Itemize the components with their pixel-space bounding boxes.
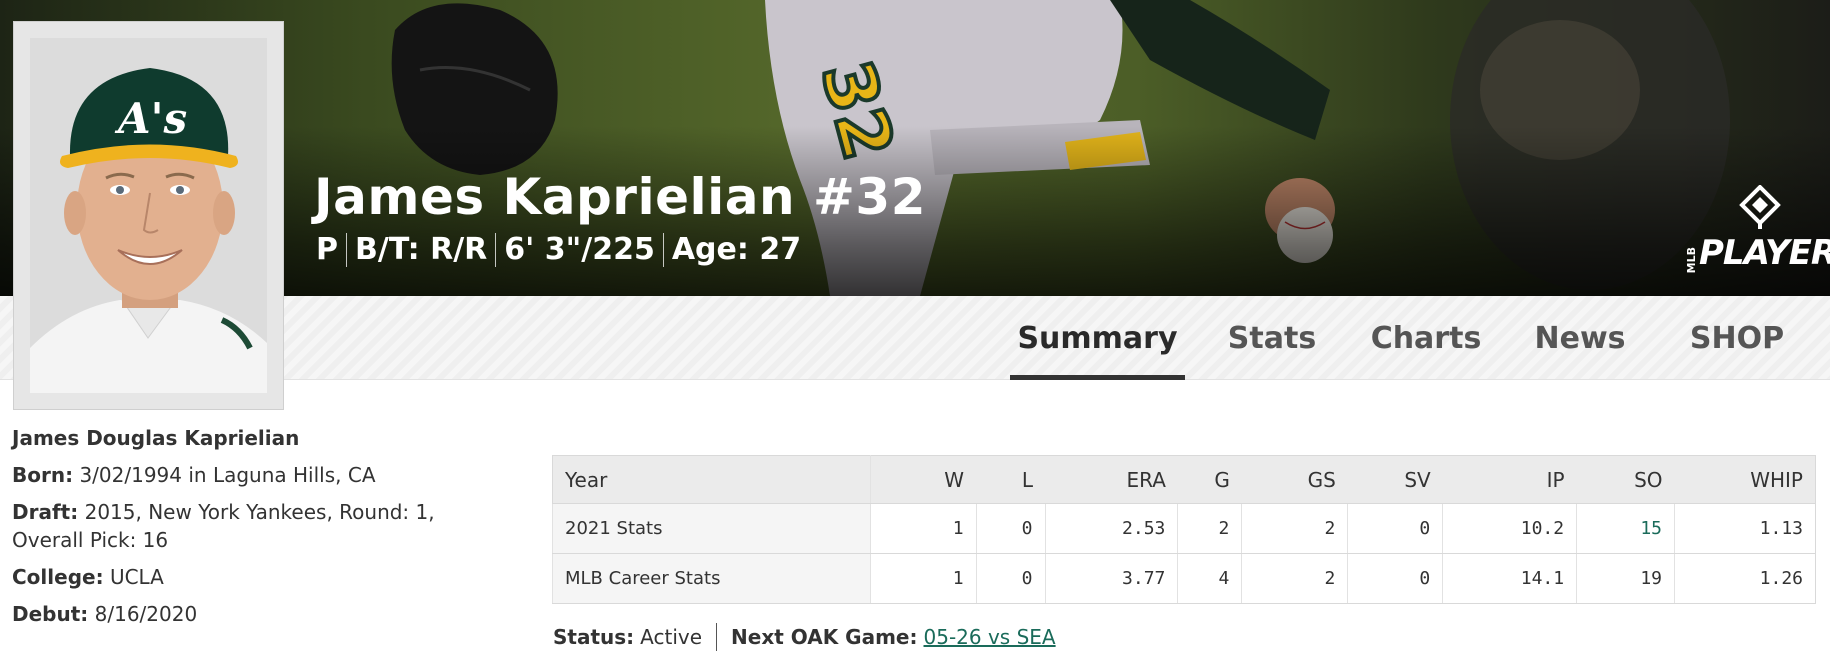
summary-stats-table: Year W L ERA G GS SV IP SO WHIP 2021 Sta…: [552, 455, 1816, 604]
cell-whip: 1.26: [1674, 553, 1816, 604]
table-row: 2021 Stats 1 0 2.53 2 2 0 10.2 15 1.13: [552, 503, 1816, 554]
cell-sv: 0: [1347, 503, 1443, 554]
tab-charts[interactable]: Charts: [1366, 296, 1486, 380]
meta-divider: [346, 232, 347, 267]
bio-born-label: Born:: [12, 463, 74, 487]
cell-g: 4: [1177, 553, 1242, 604]
player-headshot: A's: [30, 38, 267, 393]
meta-divider: [662, 232, 664, 267]
cell-whip: 1.13: [1674, 503, 1816, 554]
cell-year: 2021 Stats: [552, 503, 871, 554]
players-diamond-icon: [1739, 185, 1781, 229]
tab-shop[interactable]: SHOP: [1682, 296, 1792, 380]
player-age: Age: 27: [671, 232, 802, 267]
bio-debut: Debut: 8/16/2020: [12, 600, 512, 628]
cell-ip: 10.2: [1442, 503, 1577, 554]
cell-so-leader: 15: [1576, 503, 1675, 554]
cell-l: 0: [975, 503, 1045, 554]
col-header-l: L: [976, 455, 1045, 504]
bio-born: Born: 3/02/1994 in Laguna Hills, CA: [12, 461, 512, 489]
bio-draft-label: Draft:: [12, 500, 79, 524]
cell-gs: 2: [1241, 503, 1348, 554]
bio-college: College: UCLA: [12, 563, 512, 591]
cell-ip: 14.1: [1442, 553, 1577, 604]
bio-full-name: James Douglas Kaprielian: [12, 426, 300, 450]
player-bats-throws: B/T: R/R: [355, 232, 488, 267]
cell-gs: 2: [1241, 553, 1348, 604]
players-wordmark: PLAYERS: [1699, 233, 1830, 273]
cell-era: 2.53: [1044, 503, 1178, 554]
col-header-w: W: [870, 455, 977, 504]
tab-summary[interactable]: Summary: [1010, 296, 1185, 380]
col-header-whip: WHIP: [1674, 455, 1816, 504]
headshot-image: A's: [30, 38, 267, 393]
cell-year: MLB Career Stats: [552, 553, 871, 604]
player-name-number: James Kaprielian #32: [314, 168, 927, 226]
col-header-era: ERA: [1045, 455, 1178, 504]
status-divider: [716, 623, 718, 651]
status-line: Status: Active Next OAK Game: 05-26 vs S…: [553, 623, 1056, 651]
bio-college-label: College:: [12, 565, 104, 589]
bio-born-value: 3/02/1994 in Laguna Hills, CA: [79, 463, 376, 487]
next-game-link[interactable]: 05-26 vs SEA: [924, 625, 1056, 649]
next-game-label: Next OAK Game:: [731, 625, 918, 649]
col-header-sv: SV: [1347, 455, 1443, 504]
cell-sv: 0: [1347, 553, 1443, 604]
status-label: Status:: [553, 625, 635, 649]
bio-college-value: UCLA: [109, 565, 164, 589]
mlb-players-logo[interactable]: MLBPLAYERS: [1685, 185, 1830, 277]
player-height-weight: 6' 3"/225: [504, 232, 655, 267]
cell-w: 1: [869, 503, 977, 554]
cell-l: 0: [975, 553, 1045, 604]
tab-stats[interactable]: Stats: [1216, 296, 1328, 380]
cell-era: 3.77: [1044, 553, 1178, 604]
col-header-gs: GS: [1241, 455, 1348, 504]
mlb-players-wordmark: MLBPLAYERS: [1685, 233, 1830, 273]
player-meta: P B/T: R/R 6' 3"/225 Age: 27: [316, 232, 801, 267]
status-value: Active: [640, 625, 703, 649]
player-headshot-frame: A's: [13, 21, 284, 410]
cell-so: 19: [1576, 553, 1675, 604]
svg-text:A's: A's: [114, 94, 187, 143]
table-row: MLB Career Stats 1 0 3.77 4 2 0 14.1 19 …: [552, 553, 1816, 604]
col-header-year: Year: [552, 455, 871, 504]
mlb-wordmark: MLB: [1685, 246, 1698, 273]
col-header-g: G: [1177, 455, 1242, 504]
player-bio: James Douglas Kaprielian Born: 3/02/1994…: [12, 424, 512, 637]
col-header-so: SO: [1576, 455, 1675, 504]
meta-divider: [495, 232, 497, 267]
player-position: P: [316, 232, 338, 267]
cell-g: 2: [1177, 503, 1242, 554]
bio-debut-label: Debut:: [12, 602, 89, 626]
bio-draft: Draft: 2015, New York Yankees, Round: 1,…: [12, 498, 512, 554]
bio-debut-value: 8/16/2020: [94, 602, 198, 626]
stats-header-row: Year W L ERA G GS SV IP SO WHIP: [552, 455, 1816, 504]
cell-w: 1: [869, 553, 977, 604]
col-header-ip: IP: [1442, 455, 1577, 504]
tab-news[interactable]: News: [1530, 296, 1630, 380]
